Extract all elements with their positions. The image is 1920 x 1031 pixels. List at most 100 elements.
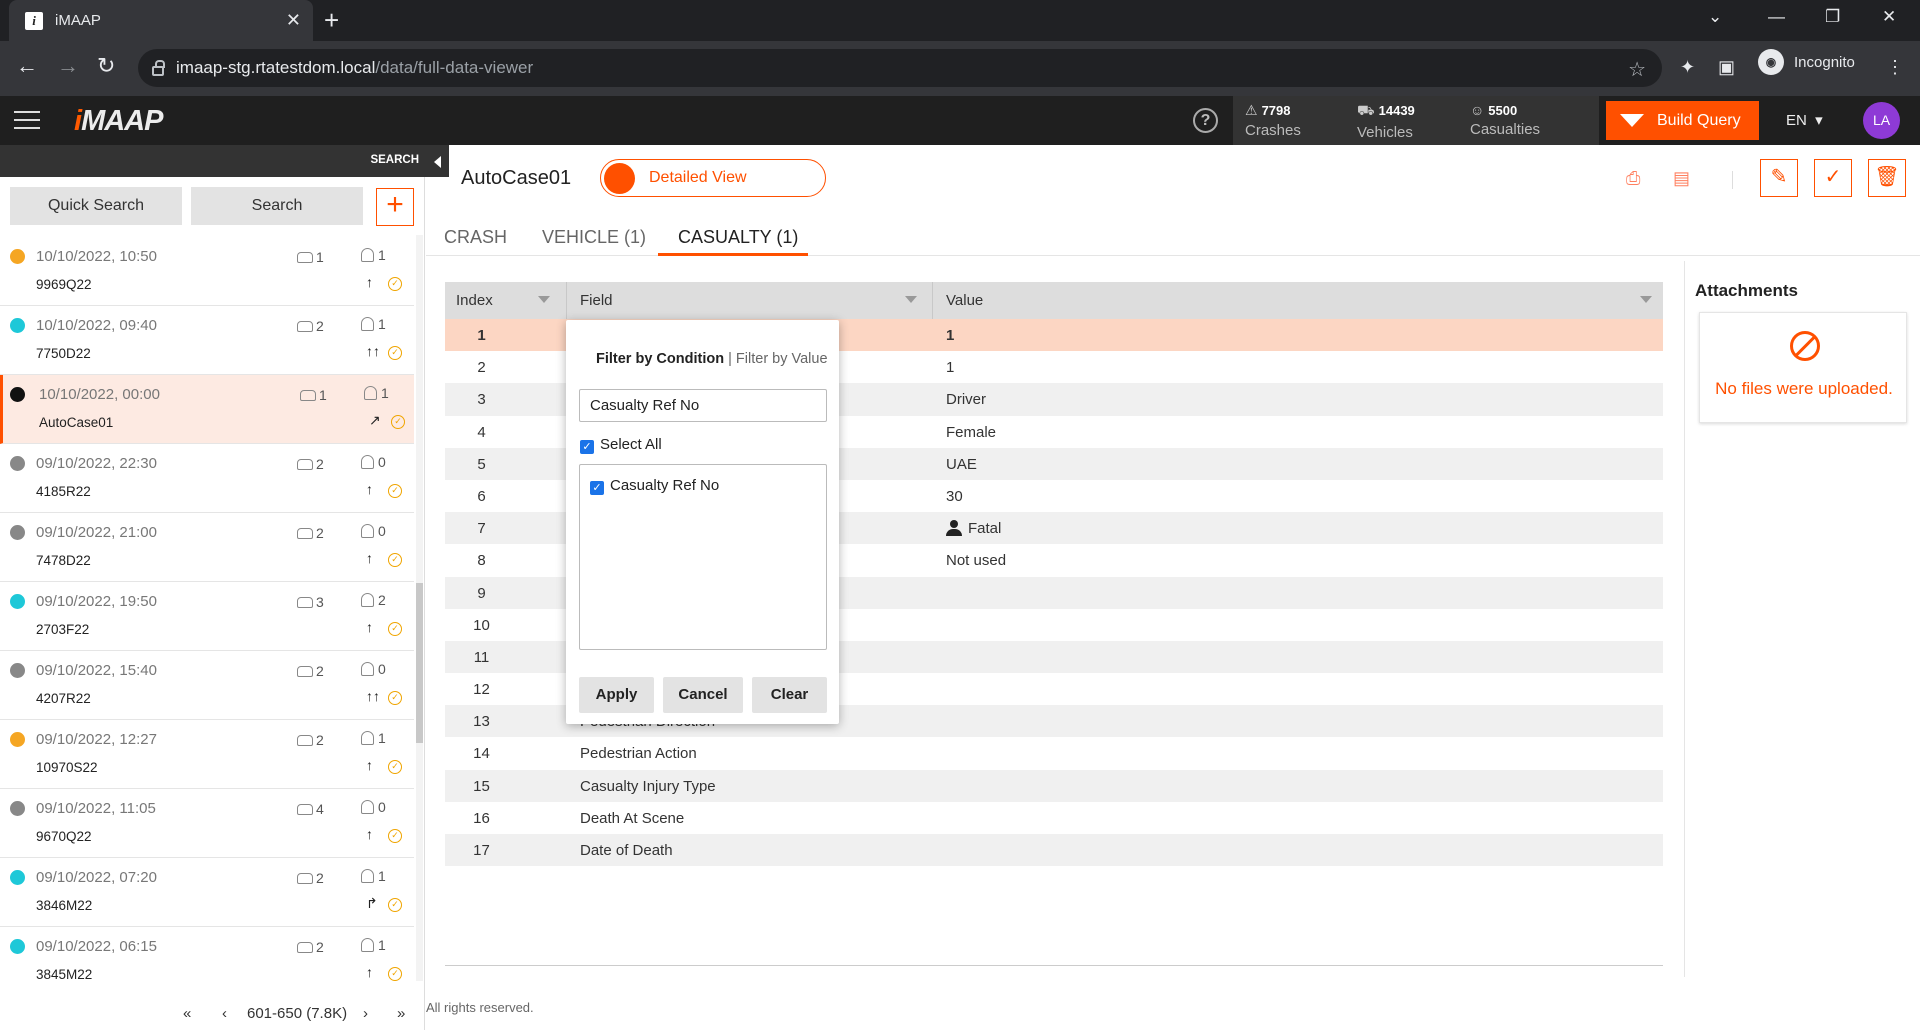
case-ref: 4207R22 bbox=[36, 691, 91, 706]
case-ref: 10970S22 bbox=[36, 760, 98, 775]
case-ref: 9969Q22 bbox=[36, 277, 92, 292]
severity-dot bbox=[10, 318, 25, 333]
verified-check-icon: ✓ bbox=[388, 484, 402, 498]
user-avatar[interactable]: LA bbox=[1863, 102, 1900, 139]
checkbox-checked-icon[interactable]: ✓ bbox=[580, 440, 594, 454]
search-button[interactable]: Search bbox=[191, 187, 363, 225]
case-list-item[interactable]: 10/10/2022, 00:00 AutoCase01 1 1 ↗ ✓ bbox=[0, 375, 414, 444]
hamburger-menu-icon[interactable] bbox=[14, 111, 40, 129]
case-list-item[interactable]: 10/10/2022, 10:50 9969Q22 1 1 ↑ ✓ bbox=[0, 237, 414, 306]
vehicle-count: 3 bbox=[297, 594, 324, 610]
language-selector[interactable]: EN ▾ bbox=[1786, 111, 1823, 129]
person-icon bbox=[361, 455, 374, 469]
column-header-index[interactable]: Index bbox=[456, 292, 493, 309]
print-icon[interactable]: ⎙ bbox=[1626, 168, 1640, 189]
person-icon bbox=[361, 800, 374, 814]
stats-bar: ⚠ 7798 Crashes ⛟ 14439 Vehicles ☺ 5500 Casu… bbox=[1233, 96, 1599, 145]
incognito-indicator[interactable]: ◉ Incognito bbox=[1758, 49, 1855, 75]
filter-clear-button[interactable]: Clear bbox=[752, 677, 827, 713]
grid-row[interactable]: 15 Casualty Injury Type bbox=[445, 769, 1663, 802]
filter-by-value-tab[interactable]: Filter by Value bbox=[736, 351, 828, 367]
case-list-item[interactable]: 09/10/2022, 21:00 7478D22 2 0 ↑ ✓ bbox=[0, 513, 414, 582]
approve-check-button[interactable]: ✓ bbox=[1814, 159, 1852, 197]
filter-cancel-button[interactable]: Cancel bbox=[663, 677, 743, 713]
edit-pencil-button[interactable]: ✎ bbox=[1760, 159, 1798, 197]
grid-header: Index Field Value bbox=[445, 282, 1663, 319]
quick-search-button[interactable]: Quick Search bbox=[10, 187, 182, 225]
case-list-item[interactable]: 09/10/2022, 12:27 10970S22 2 1 ↑ ✓ bbox=[0, 720, 414, 789]
filter-apply-button[interactable]: Apply bbox=[579, 677, 654, 713]
search-strip[interactable]: SEARCH bbox=[0, 145, 449, 177]
tab-search-chevron-icon[interactable]: ⌄ bbox=[1708, 7, 1722, 27]
build-query-button[interactable]: Build Query bbox=[1606, 101, 1759, 140]
verified-check-icon: ✓ bbox=[388, 760, 402, 774]
pdf-document-icon[interactable]: ▤ bbox=[1673, 168, 1690, 189]
attachments-empty-box: No files were uploaded. bbox=[1699, 312, 1907, 423]
reload-icon[interactable]: ↻ bbox=[97, 55, 115, 77]
column-separator[interactable] bbox=[566, 282, 567, 319]
case-list-item[interactable]: 10/10/2022, 09:40 7750D22 2 1 ↑↑ ✓ bbox=[0, 306, 414, 375]
forward-icon[interactable]: → bbox=[57, 55, 79, 77]
side-panel-icon[interactable]: ▣ bbox=[1718, 57, 1735, 78]
cell-index: 2 bbox=[477, 359, 486, 377]
browser-menu-icon[interactable]: ⋮ bbox=[1886, 57, 1904, 78]
tab-vehicle[interactable]: VEHICLE (1) bbox=[542, 227, 646, 248]
casualty-count: 1 bbox=[361, 730, 386, 746]
case-list-scroll-thumb[interactable] bbox=[416, 583, 423, 743]
detailed-view-toggle[interactable]: Detailed View bbox=[600, 159, 826, 197]
imaap-logo[interactable]: iMAAP bbox=[74, 105, 163, 138]
back-icon[interactable]: ← bbox=[16, 55, 38, 77]
case-list-item[interactable]: 09/10/2022, 19:50 2703F22 3 2 ↑ ✓ bbox=[0, 582, 414, 651]
filter-value-item[interactable]: ✓ Casualty Ref No bbox=[590, 477, 719, 495]
case-list-item[interactable]: 09/10/2022, 15:40 4207R22 2 0 ↑↑ ✓ bbox=[0, 651, 414, 720]
checkbox-checked-icon[interactable]: ✓ bbox=[590, 481, 604, 495]
value-filter-icon[interactable] bbox=[1640, 296, 1652, 303]
bookmark-star-icon[interactable]: ☆ bbox=[1628, 57, 1646, 82]
vehicle-count: 4 bbox=[297, 801, 324, 817]
filter-by-condition-tab[interactable]: Filter by Condition bbox=[596, 351, 724, 367]
filter-search-input[interactable] bbox=[579, 389, 827, 422]
person-icon bbox=[361, 317, 374, 331]
case-datetime: 09/10/2022, 21:00 bbox=[36, 524, 157, 541]
help-icon[interactable]: ? bbox=[1193, 108, 1218, 133]
grid-row[interactable]: 14 Pedestrian Action bbox=[445, 737, 1663, 769]
add-case-button[interactable]: + bbox=[376, 188, 414, 226]
verified-check-icon: ✓ bbox=[388, 553, 402, 567]
severity-dot bbox=[10, 732, 25, 747]
vehicle-count: 2 bbox=[297, 939, 324, 955]
case-ref: 3845M22 bbox=[36, 967, 93, 981]
grid-row[interactable]: 16 Death At Scene bbox=[445, 802, 1663, 834]
column-separator[interactable] bbox=[932, 282, 933, 319]
prev-page-icon[interactable]: ‹ bbox=[222, 1005, 227, 1022]
case-list-item[interactable]: 09/10/2022, 06:15 3845M22 2 1 ↑ ✓ bbox=[0, 927, 414, 981]
select-all-checkbox[interactable]: ✓ Select All bbox=[580, 436, 662, 454]
extensions-icon[interactable]: ✦ bbox=[1680, 57, 1695, 78]
person-icon bbox=[361, 524, 374, 538]
column-header-field[interactable]: Field bbox=[580, 292, 613, 309]
field-filter-icon[interactable] bbox=[905, 296, 917, 303]
last-page-icon[interactable]: » bbox=[397, 1005, 405, 1022]
cell-index: 9 bbox=[477, 584, 486, 602]
first-page-icon[interactable]: « bbox=[183, 1005, 191, 1022]
address-bar[interactable]: imaap-stg.rtatestdom.local/data/full-dat… bbox=[138, 49, 1662, 87]
case-list-item[interactable]: 09/10/2022, 22:30 4185R22 2 0 ↑ ✓ bbox=[0, 444, 414, 513]
index-filter-icon[interactable] bbox=[538, 296, 550, 303]
page-range: 601-650 (7.8K) bbox=[247, 1005, 348, 1022]
grid-row[interactable]: 17 Date of Death bbox=[445, 834, 1663, 867]
case-list-item[interactable]: 09/10/2022, 11:05 9670Q22 4 0 ↑ ✓ bbox=[0, 789, 414, 858]
next-page-icon[interactable]: › bbox=[363, 1005, 368, 1022]
browser-tab[interactable]: i iMAAP ✕ bbox=[9, 0, 313, 41]
column-header-value[interactable]: Value bbox=[946, 292, 983, 309]
close-window-icon[interactable]: ✕ bbox=[1882, 7, 1896, 27]
person-icon bbox=[361, 248, 374, 262]
tab-close-icon[interactable]: ✕ bbox=[286, 10, 301, 31]
new-tab-icon[interactable]: + bbox=[324, 6, 339, 34]
crash-icon: ⚠ bbox=[1245, 102, 1258, 118]
tab-crash[interactable]: CRASH bbox=[444, 227, 507, 248]
case-list-item[interactable]: 09/10/2022, 07:20 3846M22 2 1 ↱ ✓ bbox=[0, 858, 414, 927]
restore-icon[interactable]: ❐ bbox=[1825, 7, 1840, 27]
tab-casualty[interactable]: CASUALTY (1) bbox=[678, 227, 798, 248]
minimize-icon[interactable]: — bbox=[1768, 7, 1785, 27]
cell-index: 10 bbox=[473, 616, 490, 634]
delete-trash-button[interactable]: 🗑 bbox=[1868, 159, 1906, 197]
